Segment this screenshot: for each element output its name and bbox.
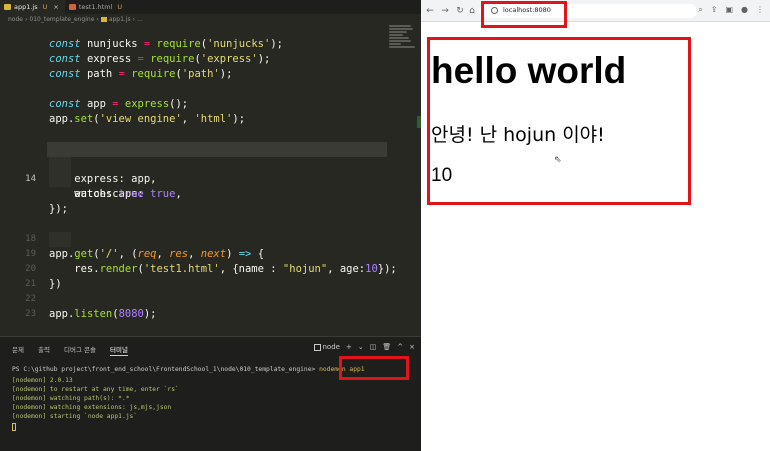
profile-icon[interactable]: ● <box>741 5 748 15</box>
reload-icon[interactable]: ↻ <box>455 5 465 17</box>
code-line: }); <box>49 203 68 215</box>
code-line: 21 <box>0 262 421 289</box>
terminal-prompt: PS C:\github project\front_end_school\Fr… <box>12 366 316 373</box>
terminal-toolbar: node + ⌄ ◫ 🗑 ^ × <box>313 343 415 351</box>
code-line: const nunjucks = require('nunjucks'); <box>49 38 283 50</box>
terminal-prompt-line: PS C:\github project\front_end_school\Fr… <box>12 366 365 373</box>
tab-debug-console[interactable]: 디버그 콘솔 <box>64 344 96 354</box>
shell-label: node <box>322 343 340 351</box>
terminal-cursor <box>12 423 16 431</box>
split-terminal-icon[interactable]: ◫ <box>370 343 377 351</box>
untracked-badge: U <box>42 3 48 11</box>
close-tab-icon[interactable]: × <box>53 3 58 11</box>
highlight-box-command <box>339 356 409 380</box>
untracked-badge: U <box>117 3 123 11</box>
code-area[interactable]: const nunjucks = require('nunjucks'); co… <box>0 22 421 332</box>
minimap[interactable] <box>389 25 417 55</box>
highlight-box-url <box>481 1 567 28</box>
code-line-current: 14 autoescape: true, <box>0 142 421 200</box>
back-icon[interactable]: ← <box>425 5 435 17</box>
line-number: 23 <box>25 309 36 319</box>
tab-problems[interactable]: 문제 <box>12 344 24 354</box>
js-file-icon <box>4 4 11 10</box>
code-line: 20 }) <box>0 247 421 290</box>
code-line: const app = express(); <box>49 98 189 110</box>
shell-selector[interactable]: node <box>313 343 340 351</box>
tab-label: app1.js <box>14 3 38 11</box>
tab-output[interactable]: 출력 <box>38 344 50 354</box>
code-line: watch: true <box>49 188 144 200</box>
menu-icon[interactable]: ⋮ <box>756 5 764 15</box>
highlight-box-page <box>427 37 691 205</box>
code-line: 18 app.get('/', (req, res, next) => { <box>0 217 421 260</box>
share-icon[interactable]: ⇪ <box>711 5 718 15</box>
code-line: app.set('view engine', 'html'); <box>49 113 246 125</box>
close-panel-icon[interactable]: × <box>409 343 415 351</box>
zoom-icon[interactable]: ⌕ <box>698 5 702 15</box>
editor-tab-bar: app1.js U × test1.html U <box>0 0 421 14</box>
home-icon[interactable]: ⌂ <box>467 5 477 17</box>
browser-toolbar: ← → ↻ ⌂ localhost:8080 ⌕ ⇪ ▣ ● ⋮ <box>421 0 770 22</box>
code-line: const express = require('express'); <box>49 53 271 65</box>
tab-test1-html[interactable]: test1.html U <box>65 0 128 14</box>
terminal-icon <box>313 343 321 351</box>
code-line: const path = require('path'); <box>49 68 233 80</box>
code-line: express: app, <box>49 173 157 185</box>
extensions-icon[interactable]: ▣ <box>725 5 733 15</box>
terminal-output-line: [nodemon] watching extensions: js,mjs,js… <box>12 404 172 411</box>
forward-icon[interactable]: → <box>440 5 450 17</box>
code-line: nunjucks.configure('template', { <box>0 127 421 155</box>
terminal-output-line: [nodemon] watching path(s): *.* <box>12 395 130 402</box>
chevron-down-icon[interactable]: ⌄ <box>358 343 364 351</box>
html-file-icon <box>68 4 76 10</box>
tab-app1-js[interactable]: app1.js U × <box>0 0 65 14</box>
code-line: 23 <box>0 292 421 319</box>
terminal-panel: 문제 출력 디버그 콘솔 터미널 node + ⌄ ◫ 🗑 ^ × PS C:\… <box>0 336 421 451</box>
terminal-output-line: [nodemon] starting `node app1.js` <box>12 413 138 420</box>
terminal-output-line: [nodemon] to restart at any time, enter … <box>12 386 179 393</box>
browser-actions: ⌕ ⇪ ▣ ● ⋮ <box>698 5 764 15</box>
tab-label: test1.html <box>78 3 113 11</box>
trash-icon[interactable]: 🗑 <box>382 343 391 351</box>
new-terminal-icon[interactable]: + <box>346 343 352 351</box>
code-line: 19 res.render('test1.html', {name : "hoj… <box>0 232 421 275</box>
code-line: 22 app.listen(8080); <box>0 277 421 320</box>
code-editor: app1.js U × test1.html U node › 010_temp… <box>0 0 421 451</box>
terminal-output-line: [nodemon] 2.0.13 <box>12 377 73 384</box>
tab-terminal[interactable]: 터미널 <box>110 344 128 356</box>
chevron-up-icon[interactable]: ^ <box>397 343 403 351</box>
